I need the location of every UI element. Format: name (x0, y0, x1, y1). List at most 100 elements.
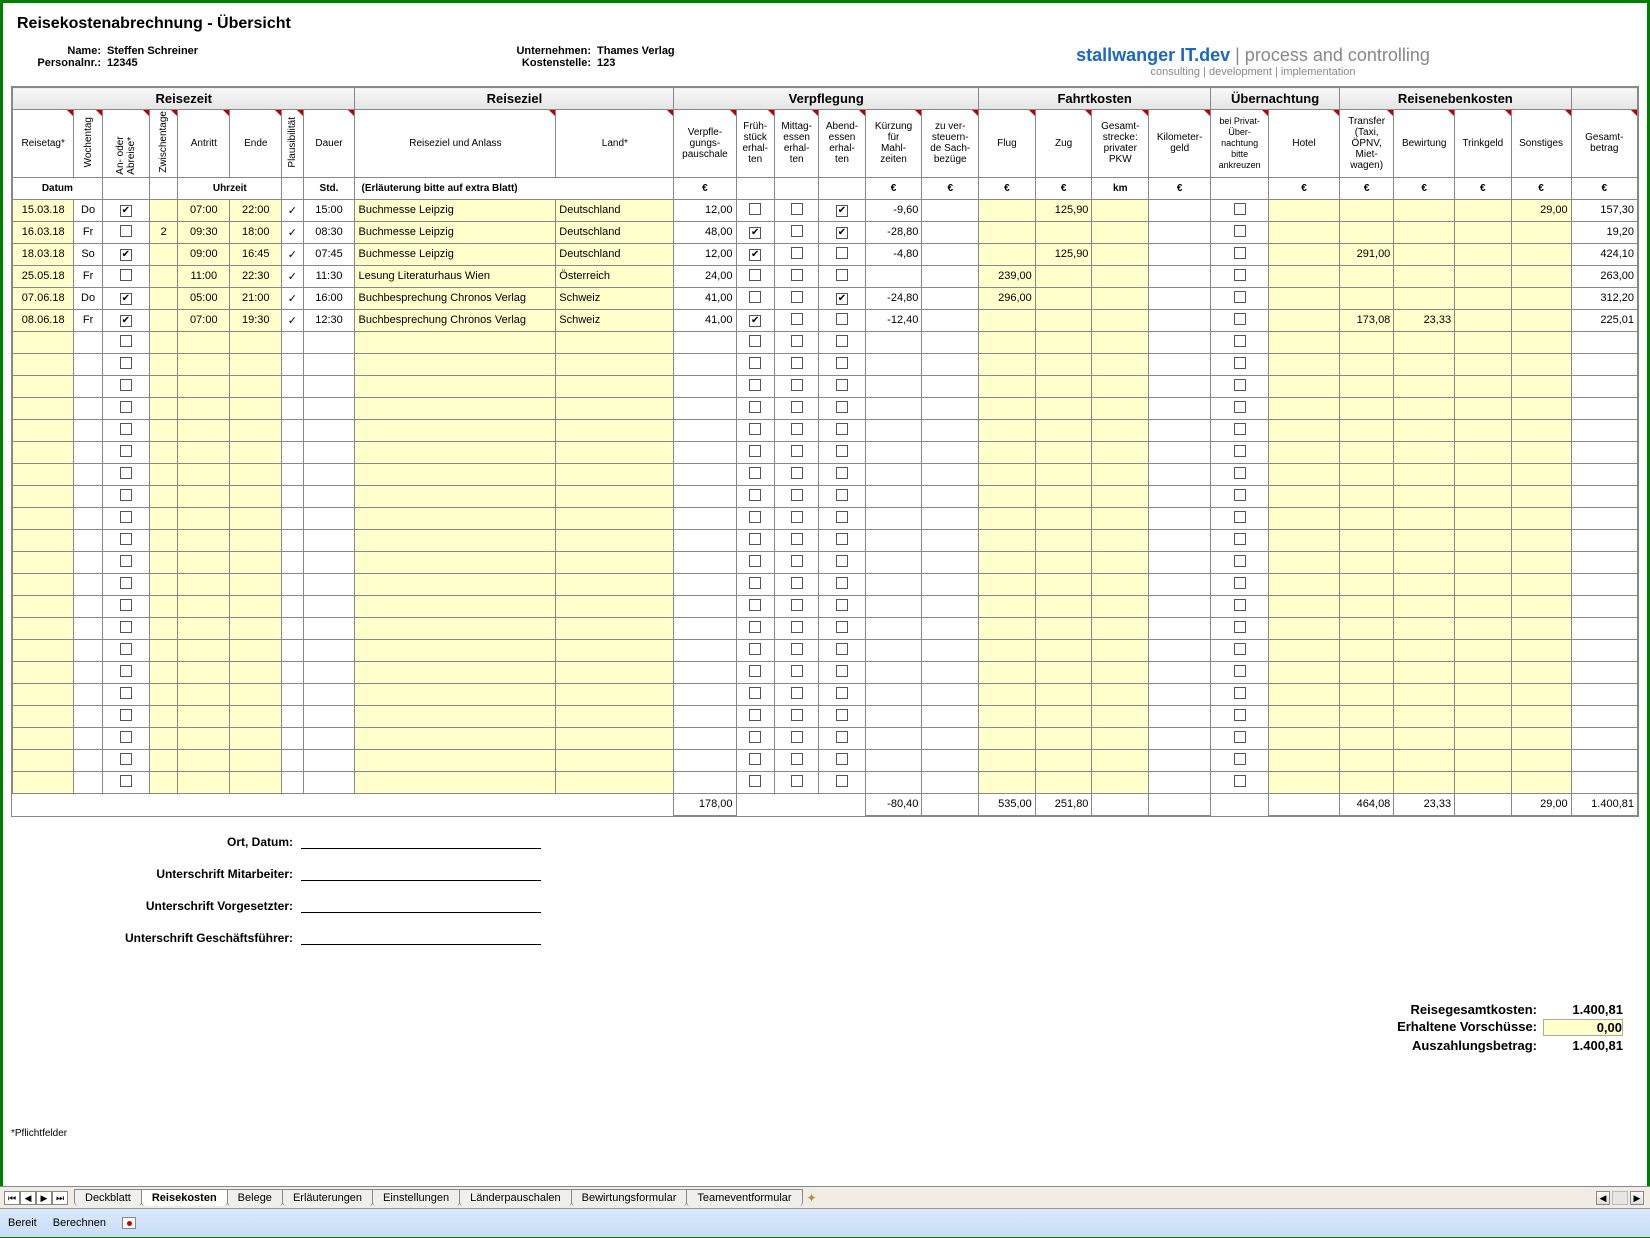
checkbox[interactable] (120, 511, 132, 523)
tab-einstellungen[interactable]: Einstellungen (372, 1189, 460, 1206)
sig-line-gf[interactable] (301, 931, 541, 945)
checkbox[interactable] (836, 467, 848, 479)
checkbox[interactable] (1234, 555, 1246, 567)
table-row[interactable] (13, 441, 1638, 463)
checkbox[interactable] (1234, 467, 1246, 479)
table-row[interactable] (13, 463, 1638, 485)
checkbox[interactable] (1234, 533, 1246, 545)
checkbox[interactable] (791, 291, 803, 303)
vorschuesse-input[interactable]: 0,00 (1543, 1019, 1623, 1036)
checkbox[interactable] (749, 335, 761, 347)
checkbox[interactable] (749, 511, 761, 523)
checkbox[interactable] (120, 555, 132, 567)
checkbox[interactable] (1234, 313, 1246, 325)
checkbox[interactable] (836, 643, 848, 655)
checkbox[interactable] (749, 249, 761, 261)
checkbox[interactable] (1234, 511, 1246, 523)
checkbox[interactable] (791, 225, 803, 237)
table-row[interactable] (13, 749, 1638, 771)
checkbox[interactable] (1234, 489, 1246, 501)
checkbox[interactable] (836, 335, 848, 347)
tab-länderpauschalen[interactable]: Länderpauschalen (459, 1189, 572, 1206)
table-row[interactable]: 16.03.18Fr209:3018:00✓08:30Buchmesse Lei… (13, 221, 1638, 243)
table-row[interactable]: 15.03.18Do07:0022:00✓15:00Buchmesse Leip… (13, 199, 1638, 221)
checkbox[interactable] (120, 775, 132, 787)
sig-line-ort[interactable] (301, 835, 541, 849)
nav-last-icon[interactable]: ⏭ (52, 1191, 68, 1205)
table-row[interactable] (13, 661, 1638, 683)
table-row[interactable]: 18.03.18So09:0016:45✓07:45Buchmesse Leip… (13, 243, 1638, 265)
nav-prev-icon[interactable]: ◀ (20, 1191, 36, 1205)
checkbox[interactable] (836, 621, 848, 633)
checkbox[interactable] (120, 753, 132, 765)
checkbox[interactable] (1234, 753, 1246, 765)
checkbox[interactable] (749, 315, 761, 327)
checkbox[interactable] (791, 203, 803, 215)
checkbox[interactable] (791, 357, 803, 369)
checkbox[interactable] (749, 379, 761, 391)
table-row[interactable] (13, 705, 1638, 727)
checkbox[interactable] (120, 423, 132, 435)
checkbox[interactable] (1234, 445, 1246, 457)
checkbox[interactable] (791, 269, 803, 281)
table-row[interactable] (13, 771, 1638, 793)
macro-record-icon[interactable] (122, 1217, 136, 1229)
checkbox[interactable] (120, 621, 132, 633)
checkbox[interactable] (1234, 599, 1246, 611)
checkbox[interactable] (1234, 357, 1246, 369)
checkbox[interactable] (1234, 665, 1246, 677)
table-row[interactable]: 07.06.18Do05:0021:00✓16:00Buchbesprechun… (13, 287, 1638, 309)
checkbox[interactable] (120, 269, 132, 281)
status-calc[interactable]: Berechnen (53, 1217, 106, 1229)
checkbox[interactable] (791, 753, 803, 765)
checkbox[interactable] (1234, 709, 1246, 721)
checkbox[interactable] (791, 555, 803, 567)
scroll-left-icon[interactable]: ◀ (1596, 1191, 1610, 1205)
checkbox[interactable] (120, 467, 132, 479)
checkbox[interactable] (1234, 203, 1246, 215)
sig-line-vorgesetzter[interactable] (301, 899, 541, 913)
checkbox[interactable] (1234, 269, 1246, 281)
checkbox[interactable] (120, 401, 132, 413)
checkbox[interactable] (791, 489, 803, 501)
checkbox[interactable] (120, 357, 132, 369)
checkbox[interactable] (1234, 775, 1246, 787)
checkbox[interactable] (836, 269, 848, 281)
checkbox[interactable] (1234, 247, 1246, 259)
checkbox[interactable] (836, 379, 848, 391)
checkbox[interactable] (791, 423, 803, 435)
checkbox[interactable] (749, 401, 761, 413)
checkbox[interactable] (791, 643, 803, 655)
checkbox[interactable] (791, 511, 803, 523)
table-row[interactable] (13, 485, 1638, 507)
checkbox[interactable] (120, 379, 132, 391)
checkbox[interactable] (791, 731, 803, 743)
checkbox[interactable] (836, 445, 848, 457)
checkbox[interactable] (749, 555, 761, 567)
checkbox[interactable] (1234, 423, 1246, 435)
table-row[interactable]: 25.05.18Fr11:0022:30✓11:30Lesung Literat… (13, 265, 1638, 287)
checkbox[interactable] (749, 489, 761, 501)
checkbox[interactable] (1234, 401, 1246, 413)
checkbox[interactable] (120, 643, 132, 655)
checkbox[interactable] (120, 315, 132, 327)
table-row[interactable]: 08.06.18Fr07:0019:30✓12:30Buchbesprechun… (13, 309, 1638, 331)
checkbox[interactable] (120, 205, 132, 217)
checkbox[interactable] (749, 599, 761, 611)
checkbox[interactable] (836, 423, 848, 435)
table-row[interactable] (13, 595, 1638, 617)
checkbox[interactable] (749, 643, 761, 655)
table-row[interactable] (13, 529, 1638, 551)
checkbox[interactable] (120, 577, 132, 589)
checkbox[interactable] (836, 357, 848, 369)
checkbox[interactable] (836, 489, 848, 501)
checkbox[interactable] (749, 731, 761, 743)
checkbox[interactable] (836, 533, 848, 545)
checkbox[interactable] (791, 313, 803, 325)
checkbox[interactable] (1234, 577, 1246, 589)
tab-erläuterungen[interactable]: Erläuterungen (282, 1189, 373, 1206)
checkbox[interactable] (1234, 335, 1246, 347)
tab-teameventformular[interactable]: Teameventformular (686, 1189, 802, 1206)
checkbox[interactable] (836, 401, 848, 413)
checkbox[interactable] (791, 775, 803, 787)
